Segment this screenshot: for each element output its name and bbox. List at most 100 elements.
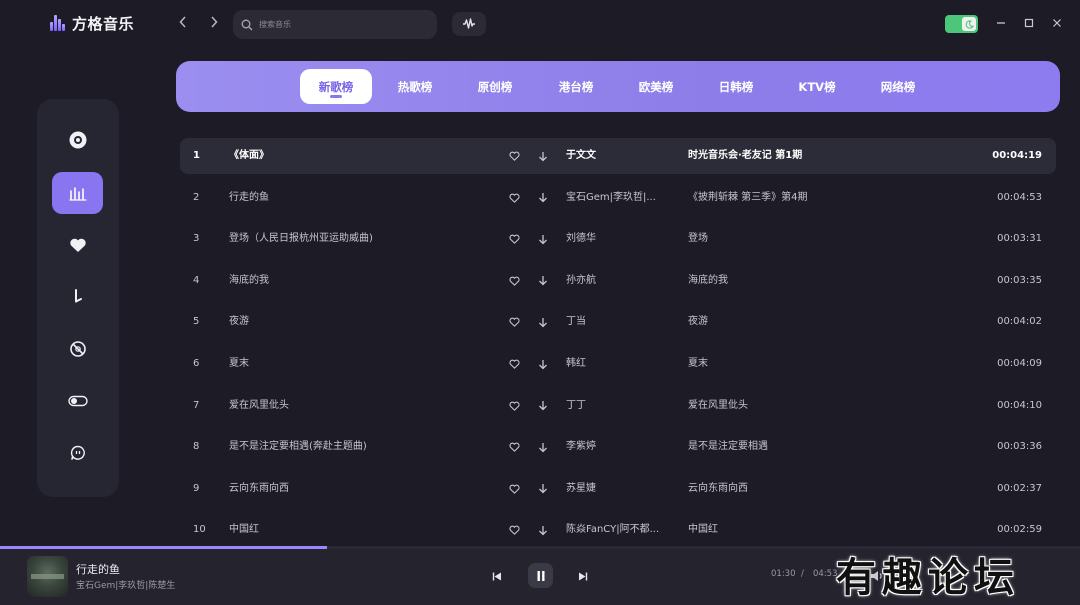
next-button[interactable] [576,569,590,583]
like-button[interactable] [509,512,523,548]
song-album[interactable]: 云向东雨向西 [688,471,948,507]
song-artist[interactable]: 刘德华 [566,221,672,257]
download-button[interactable] [538,512,552,548]
song-artist[interactable]: 丁当 [566,304,672,340]
sidebar [37,99,119,497]
tab-hk-tw[interactable]: 港台榜 [547,69,605,104]
song-title[interactable]: 是不是注定要相遇(奔赴主题曲) [229,429,479,465]
sidebar-item-music[interactable] [52,276,103,318]
heart-outline-icon [509,276,520,286]
maximize-button[interactable] [1022,16,1036,30]
song-row[interactable]: 8 是不是注定要相遇(奔赴主题曲) 李紫婷 是不是注定要相遇 00:03:36 [180,429,1056,465]
like-button[interactable] [509,180,523,216]
like-button[interactable] [509,221,523,257]
previous-button[interactable] [490,569,504,583]
like-button[interactable] [509,388,523,424]
song-album[interactable]: 夏末 [688,346,948,382]
like-button[interactable] [509,429,523,465]
theme-toggle[interactable] [945,15,978,33]
download-button[interactable] [538,346,552,382]
download-button[interactable] [538,180,552,216]
sidebar-item-discover[interactable] [52,119,103,161]
pause-button[interactable] [528,563,553,588]
song-artist[interactable]: 陈焱FanCY|阿不都... [566,512,672,548]
tab-new-songs[interactable]: 新歌榜 [300,69,372,104]
song-album[interactable]: 时光音乐会·老友记 第1期 [688,138,948,174]
album-cover[interactable] [27,556,68,597]
tab-ktv[interactable]: KTV榜 [787,69,847,104]
song-title[interactable]: 云向东雨向西 [229,471,479,507]
search-input[interactable] [259,20,419,29]
like-button[interactable] [509,304,523,340]
song-album[interactable]: 夜游 [688,304,948,340]
song-artist[interactable]: 丁丁 [566,388,672,424]
song-artist[interactable]: 韩红 [566,346,672,382]
song-album[interactable]: 《披荆斩棘 第三季》第4期 [688,180,948,216]
song-album[interactable]: 海底的我 [688,263,948,299]
sidebar-item-blocked[interactable] [52,328,103,370]
song-title[interactable]: 夜游 [229,304,479,340]
music-note-icon [74,289,82,303]
download-button[interactable] [538,471,552,507]
tab-original[interactable]: 原创榜 [466,69,524,104]
song-artist[interactable]: 宝石Gem|李玖哲|... [566,180,672,216]
song-title[interactable]: 《体面》 [229,138,479,174]
listen-recognize-button[interactable] [452,12,486,36]
song-album[interactable]: 中国红 [688,512,948,548]
song-row[interactable]: 9 云向东雨向西 苏星婕 云向东雨向西 00:02:37 [180,471,1056,507]
tab-hot-songs[interactable]: 热歌榜 [386,69,444,104]
song-row[interactable]: 7 爱在风里仳头 丁丁 爱在风里仳头 00:04:10 [180,388,1056,424]
previous-track-icon [492,572,501,580]
now-playing-title: 行走的鱼 [76,563,120,576]
song-row[interactable]: 2 行走的鱼 宝石Gem|李玖哲|... 《披荆斩棘 第三季》第4期 00:04… [180,180,1056,216]
song-title[interactable]: 登场（人民日报杭州亚运助威曲) [229,221,479,257]
download-button[interactable] [538,221,552,257]
song-row[interactable]: 10 中国红 陈焱FanCY|阿不都... 中国红 00:02:59 [180,512,1056,548]
song-row[interactable]: 3 登场（人民日报杭州亚运助威曲) 刘德华 登场 00:03:31 [180,221,1056,257]
song-title[interactable]: 爱在风里仳头 [229,388,479,424]
download-button[interactable] [538,304,552,340]
song-artist[interactable]: 于文文 [566,138,672,174]
sidebar-item-charts[interactable] [52,172,103,214]
like-button[interactable] [509,471,523,507]
song-title[interactable]: 中国红 [229,512,479,548]
song-number: 1 [193,150,200,161]
search-box[interactable] [233,10,437,39]
download-arrow-icon [539,401,547,411]
like-button[interactable] [509,138,523,174]
song-row[interactable]: 1 《体面》 于文文 时光音乐会·老友记 第1期 00:04:19 [180,138,1056,174]
tab-western[interactable]: 欧美榜 [627,69,685,104]
sidebar-item-messages[interactable] [52,432,103,474]
song-title[interactable]: 行走的鱼 [229,180,479,216]
heart-outline-icon [509,484,520,494]
song-album[interactable]: 爱在风里仳头 [688,388,948,424]
song-artist[interactable]: 孙亦航 [566,263,672,299]
download-button[interactable] [538,429,552,465]
song-row[interactable]: 5 夜游 丁当 夜游 00:04:02 [180,304,1056,340]
like-button[interactable] [509,346,523,382]
tab-jp-kr[interactable]: 日韩榜 [707,69,765,104]
tab-internet[interactable]: 网络榜 [869,69,927,104]
minimize-button[interactable] [994,16,1008,30]
song-artist[interactable]: 李紫婷 [566,429,672,465]
sidebar-item-favorites[interactable] [52,224,103,266]
forward-button[interactable] [207,15,221,31]
close-button[interactable] [1050,16,1064,30]
song-duration: 00:04:02 [997,316,1042,328]
song-artist[interactable]: 苏星婕 [566,471,672,507]
current-time: 01:30 [771,569,796,579]
heart-outline-icon [509,526,520,536]
song-title[interactable]: 夏末 [229,346,479,382]
download-button[interactable] [538,138,552,174]
sidebar-item-settings[interactable] [52,380,103,422]
back-button[interactable] [176,15,190,31]
song-row[interactable]: 6 夏末 韩红 夏末 00:04:09 [180,346,1056,382]
song-album[interactable]: 登场 [688,221,948,257]
song-album[interactable]: 是不是注定要相遇 [688,429,948,465]
song-title[interactable]: 海底的我 [229,263,479,299]
download-button[interactable] [538,388,552,424]
download-button[interactable] [538,263,552,299]
heart-outline-icon [509,234,520,245]
like-button[interactable] [509,263,523,299]
song-row[interactable]: 4 海底的我 孙亦航 海底的我 00:03:35 [180,263,1056,299]
